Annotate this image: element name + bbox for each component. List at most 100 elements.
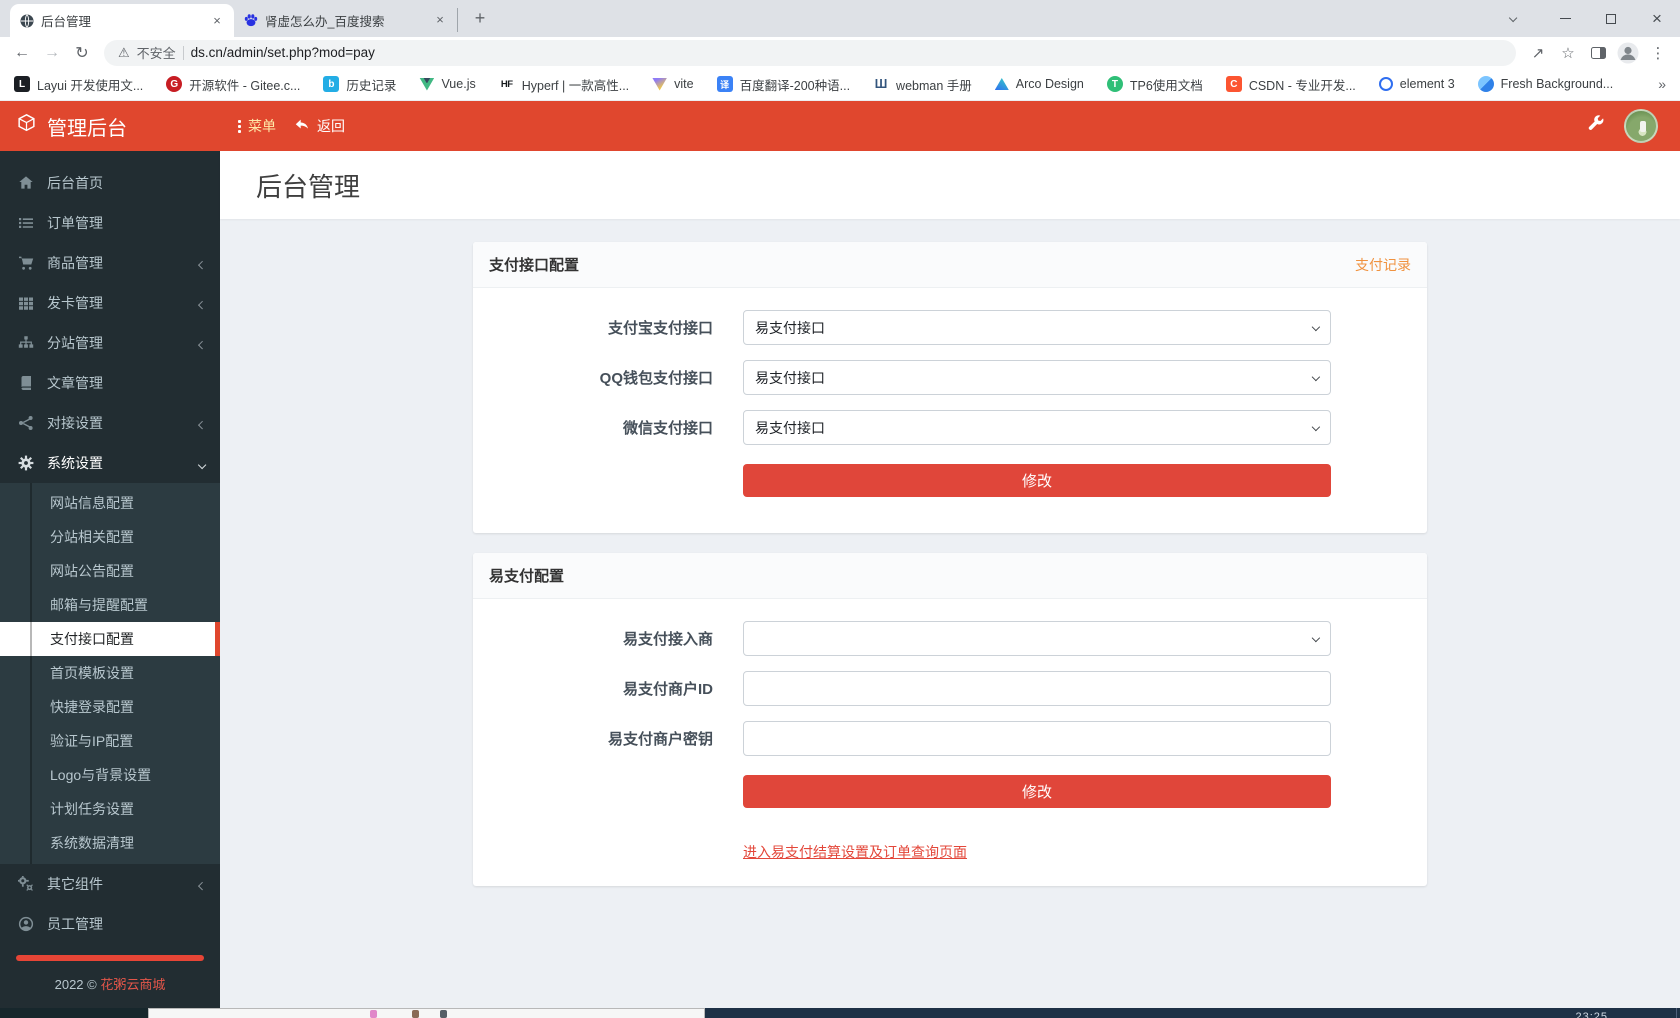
sidebar-item-products[interactable]: 商品管理 (0, 243, 220, 283)
modify-button[interactable]: 修改 (743, 775, 1331, 808)
bookmark-gitee[interactable]: G 开源软件 - Gitee.c... (166, 75, 300, 94)
tab-search-icon[interactable] (1498, 4, 1528, 34)
submenu-item-logo-background[interactable]: Logo与背景设置 (0, 758, 220, 792)
side-panel-icon[interactable] (1584, 39, 1612, 67)
submenu-item-cron-tasks[interactable]: 计划任务设置 (0, 792, 220, 826)
vue-icon (419, 77, 435, 91)
bookmark-label: CSDN - 专业开发... (1248, 78, 1356, 93)
address-separator (182, 45, 184, 60)
sidebar-item-orders[interactable]: 订单管理 (0, 203, 220, 243)
bookmark-label: 历史记录 (346, 78, 397, 93)
share-icon[interactable]: ↗ (1524, 39, 1552, 67)
submenu-item-substation[interactable]: 分站相关配置 (0, 520, 220, 554)
security-warning-icon[interactable]: ⚠ (118, 45, 130, 61)
window-thumb-speck (412, 1010, 419, 1018)
tab-close-icon[interactable]: × (432, 12, 448, 28)
tab-close-icon[interactable]: × (209, 13, 225, 29)
bookmark-webman[interactable]: Шwebman 手册 (873, 75, 972, 94)
submenu-item-site-info[interactable]: 网站信息配置 (0, 486, 220, 520)
submenu-item-quick-login[interactable]: 快捷登录配置 (0, 690, 220, 724)
epay-settlement-link[interactable]: 进入易支付结算设置及订单查询页面 (743, 842, 967, 862)
appbar-back-link[interactable]: 返回 (294, 116, 345, 136)
forward-icon[interactable]: → (38, 39, 66, 67)
new-tab-button[interactable]: + (466, 5, 494, 33)
app-header: 管理后台 菜单 返回 (0, 101, 1680, 151)
show-desktop-divider (1676, 1008, 1677, 1018)
user-avatar[interactable] (1624, 109, 1658, 143)
layui-icon: L (14, 76, 30, 92)
payment-records-link[interactable]: 支付记录 (1355, 255, 1411, 275)
bookmark-tp6-docs[interactable]: T TP6使用文档 (1106, 75, 1203, 94)
sidebar-item-label: 商品管理 (47, 255, 103, 271)
back-icon[interactable]: ← (8, 39, 36, 67)
bookmark-label: vite (674, 77, 694, 91)
sidebar-item-articles[interactable]: 文章管理 (0, 363, 220, 403)
bookmark-csdn[interactable]: C CSDN - 专业开发... (1225, 75, 1356, 94)
submenu-item-payment-config[interactable]: 支付接口配置 (0, 622, 220, 656)
sidebar-item-staff[interactable]: 员工管理 (0, 904, 220, 944)
bookmark-hyperf[interactable]: HF Hyperf | 一款高性... (499, 75, 629, 94)
submenu-item-home-template[interactable]: 首页模板设置 (0, 656, 220, 690)
bookmark-vuejs[interactable]: Vue.js (419, 77, 476, 91)
chevron-left-icon (197, 295, 207, 311)
url-text[interactable]: ds.cn/admin/set.php?mod=pay (191, 45, 375, 60)
bookmark-layui[interactable]: L Layui 开发使用文... (14, 75, 143, 94)
sidebar-item-integration[interactable]: 对接设置 (0, 403, 220, 443)
tab-title: 后台管理 (41, 15, 92, 29)
element-icon (1378, 77, 1393, 91)
select-chevron-icon (1312, 422, 1321, 431)
close-button[interactable]: × (1634, 1, 1680, 37)
taskbar-sliver: 23:25 (0, 1008, 1680, 1018)
sidebar-item-other-components[interactable]: 其它组件 (0, 864, 220, 904)
app-brand-title: 管理后台 (47, 117, 127, 140)
tab-baidu-search[interactable]: 肾虚怎么办_百度搜索 × (234, 8, 458, 32)
bookmark-baidu-translate[interactable]: 译百度翻译-200种语... (716, 75, 850, 94)
bookmark-label: Layui 开发使用文... (37, 78, 144, 93)
bookmark-fresh-background[interactable]: Fresh Background... (1477, 76, 1613, 92)
csdn-icon: C (1225, 76, 1242, 92)
bookmark-star-icon[interactable]: ☆ (1554, 39, 1582, 67)
bookmark-history[interactable]: b 历史记录 (323, 75, 396, 94)
wrench-icon[interactable] (1587, 115, 1604, 137)
background-window-fragment[interactable] (148, 1008, 705, 1018)
maximize-button[interactable] (1588, 1, 1634, 37)
profile-avatar[interactable] (1614, 39, 1642, 67)
epay-provider-label: 易支付接入商 (622, 631, 713, 648)
wechat-interface-select[interactable]: 易支付接口 (743, 410, 1331, 445)
footer-year: 2022 © (54, 977, 97, 992)
sidebar-item-system-settings[interactable]: 系统设置 (0, 443, 220, 483)
submenu-item-announcement[interactable]: 网站公告配置 (0, 554, 220, 588)
select-chevron-icon (1312, 322, 1321, 331)
bookmark-vite[interactable]: vite (652, 77, 694, 91)
epay-provider-select[interactable] (743, 621, 1331, 656)
bookmark-arco-design[interactable]: Arco Design (994, 77, 1084, 91)
bookmarks-overflow-icon[interactable]: » (1658, 76, 1666, 92)
qq-wallet-interface-select[interactable]: 易支付接口 (743, 360, 1331, 395)
bookmark-element3[interactable]: element 3 (1378, 77, 1455, 91)
fresh-background-icon (1477, 76, 1494, 92)
epay-merchant-id-input[interactable] (743, 671, 1331, 706)
footer-brand-link[interactable]: 花粥云商城 (100, 977, 165, 992)
tab-admin[interactable]: 后台管理 × (10, 4, 234, 37)
address-bar[interactable]: ⚠ 不安全 ds.cn/admin/set.php?mod=pay (104, 39, 1516, 66)
tab-strip: 后台管理 × 肾虚怎么办_百度搜索 × + × (0, 0, 1680, 37)
appbar-menu-toggle[interactable]: 菜单 (238, 116, 276, 136)
epay-merchant-key-input[interactable] (743, 721, 1331, 756)
alipay-interface-select[interactable]: 易支付接口 (743, 310, 1331, 345)
sidebar-item-cards[interactable]: 发卡管理 (0, 283, 220, 323)
taskbar-left-fragment (0, 1008, 148, 1018)
chevron-down-icon (197, 455, 207, 471)
minimize-button[interactable] (1542, 1, 1588, 37)
sidebar-item-label: 分站管理 (47, 335, 103, 351)
card-header: 易支付配置 (473, 553, 1427, 599)
select-chevron-icon (1312, 372, 1321, 381)
sidebar-item-home[interactable]: 后台首页 (0, 163, 220, 203)
sidebar-item-substations[interactable]: 分站管理 (0, 323, 220, 363)
submenu-item-data-cleanup[interactable]: 系统数据清理 (0, 826, 220, 860)
browser-menu-icon[interactable]: ⋮ (1644, 39, 1672, 67)
sidebar-item-label: 发卡管理 (47, 295, 103, 311)
submenu-item-verify-ip[interactable]: 验证与IP配置 (0, 724, 220, 758)
reload-icon[interactable]: ↻ (68, 39, 96, 67)
modify-button[interactable]: 修改 (743, 464, 1331, 497)
submenu-item-mail-remind[interactable]: 邮箱与提醒配置 (0, 588, 220, 622)
